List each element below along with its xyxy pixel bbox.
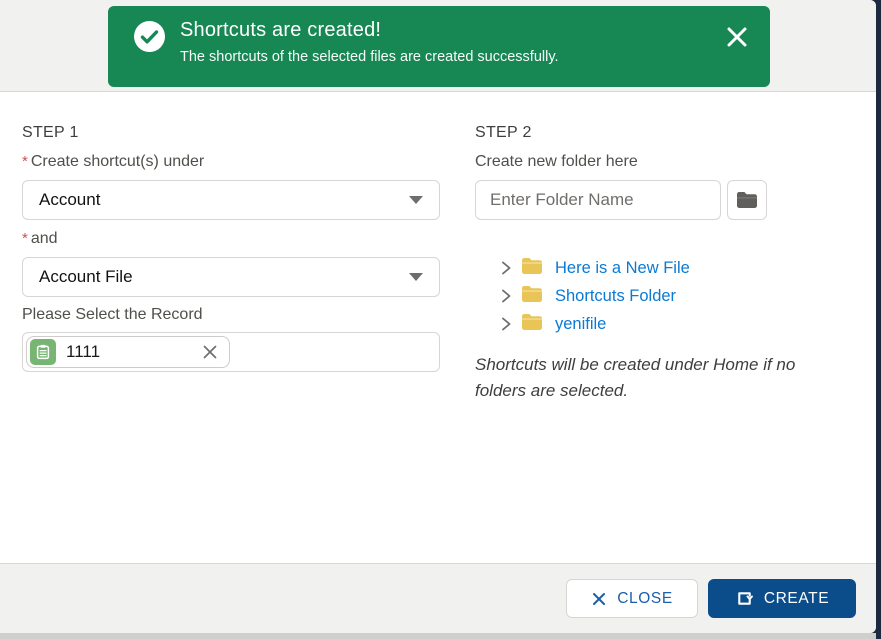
record-clipboard-icon	[30, 339, 56, 365]
folder-icon	[521, 313, 543, 336]
create-button-label: CREATE	[764, 590, 829, 608]
create-button[interactable]: CREATE	[708, 579, 856, 618]
folder-icon	[521, 257, 543, 280]
tree-row: yenifile	[475, 310, 835, 338]
tree-item-link[interactable]: Here is a New File	[555, 259, 690, 278]
chevron-right-icon[interactable]	[497, 259, 515, 277]
toast-close-icon[interactable]	[724, 24, 750, 50]
record-pill: 1111	[26, 336, 230, 368]
close-x-icon	[591, 591, 607, 607]
remove-record-icon[interactable]	[201, 343, 219, 361]
toast-title: Shortcuts are created!	[180, 19, 710, 42]
required-asterisk: *	[22, 230, 28, 247]
record-select-label: Please Select the Record	[22, 306, 203, 324]
chevron-right-icon[interactable]	[497, 287, 515, 305]
folder-tree: Here is a New File Shortcuts Folder	[475, 254, 835, 338]
toast-subtitle: The shortcuts of the selected files are …	[180, 49, 710, 65]
create-under-value: Account	[39, 190, 100, 210]
close-button-label: CLOSE	[617, 590, 673, 608]
create-under-combobox[interactable]: Account	[22, 180, 440, 220]
chevron-down-icon	[409, 196, 423, 204]
file-type-combobox[interactable]: Account File	[22, 257, 440, 297]
chevron-down-icon	[409, 273, 423, 281]
create-shortcut-dialog: Shortcuts are created! The shortcuts of …	[0, 0, 881, 639]
step1-heading: STEP 1	[22, 124, 79, 142]
tree-item-link[interactable]: Shortcuts Folder	[555, 287, 676, 306]
folder-icon	[736, 191, 758, 209]
modal-window: Shortcuts are created! The shortcuts of …	[0, 0, 876, 633]
tree-row: Shortcuts Folder	[475, 282, 835, 310]
new-folder-label: Create new folder here	[475, 153, 638, 171]
folder-icon	[521, 285, 543, 308]
tree-item-link[interactable]: yenifile	[555, 315, 606, 334]
chevron-right-icon[interactable]	[497, 315, 515, 333]
tree-row: Here is a New File	[475, 254, 835, 282]
modal-footer: CLOSE CREATE	[0, 563, 876, 633]
step1-and-label: *and	[22, 230, 58, 248]
file-type-value: Account File	[39, 267, 133, 287]
toast-texts: Shortcuts are created! The shortcuts of …	[180, 19, 710, 65]
modal-bottom-shadow	[0, 633, 876, 639]
create-folder-button[interactable]	[727, 180, 767, 220]
home-fallback-note: Shortcuts will be created under Home if …	[475, 352, 811, 404]
shortcut-icon	[735, 589, 754, 608]
success-check-circle-icon	[134, 21, 165, 52]
step2-heading: STEP 2	[475, 124, 532, 142]
success-toast: Shortcuts are created! The shortcuts of …	[108, 6, 770, 87]
record-lookup-input[interactable]: 1111	[22, 332, 440, 372]
folder-name-input[interactable]	[475, 180, 721, 220]
close-button[interactable]: CLOSE	[566, 579, 698, 618]
required-asterisk: *	[22, 153, 28, 170]
record-pill-label: 1111	[66, 342, 100, 362]
step1-under-label: *Create shortcut(s) under	[22, 153, 204, 171]
